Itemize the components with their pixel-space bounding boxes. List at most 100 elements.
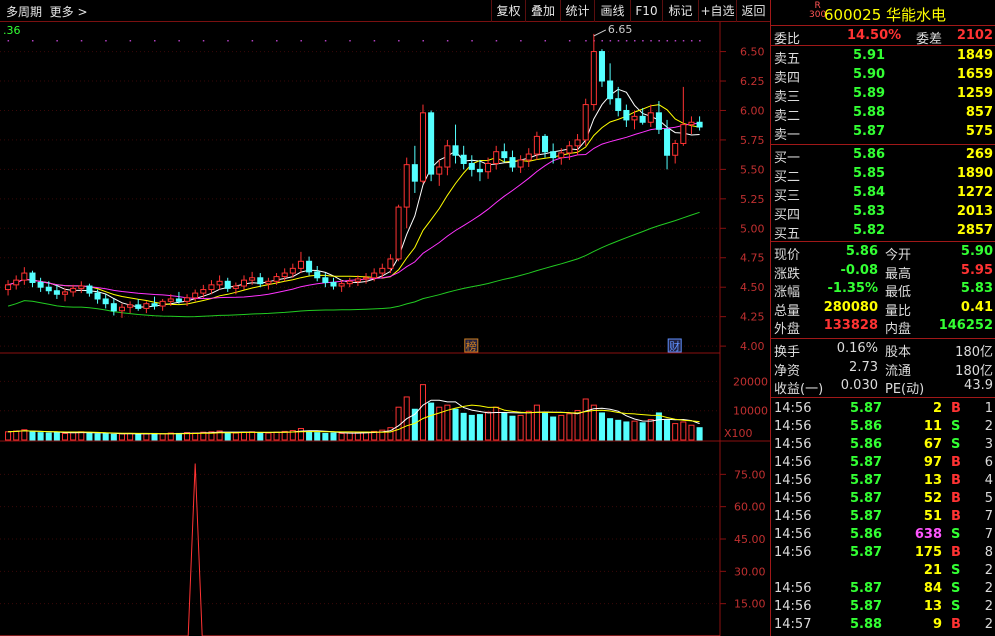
add-watchlist-button[interactable]: +自选 [698,0,736,22]
mark-button[interactable]: 标记 [662,0,698,22]
volume-axis-label: 10000 [733,405,768,418]
candle [501,143,508,163]
candle [460,145,467,170]
candle [110,298,117,316]
kline-chart[interactable]: 6.50 6.25 6.00 5.75 5.50 5.25 5.00 4.75 4.50 4.25… [0,22,770,636]
statistics-button[interactable]: 统计 [560,0,594,22]
tick-side: S [951,419,961,434]
candle [127,301,134,314]
stat-row: 外盘 133828 内盘 146252 [771,318,995,337]
volume-bar [143,433,150,441]
volume-bar [175,432,182,441]
stat-value: 5.90 [960,244,993,259]
candle [143,301,150,314]
tick-row: 14:56 5.86 11 S 2 [771,419,995,437]
tick-volume: 67 [923,437,942,452]
buy-price: 5.85 [853,166,886,181]
axis-labels: 6.50 6.25 6.00 5.75 5.50 5.25 5.00 4.75 4.50 4.25… [3,23,768,611]
price-axis-label: 4.00 [740,340,765,353]
chevron-right-icon[interactable]: > [78,5,88,19]
volume-bar [631,420,638,441]
candle [297,251,304,274]
sell-volume: 1659 [956,67,993,82]
volume-bar [419,384,427,441]
candle [240,275,248,290]
volume-bar [558,414,565,441]
tick-volume: 638 [914,527,942,542]
ma10-line [7,104,700,306]
tick-side: B [951,401,961,416]
candle [419,104,427,184]
tick-side: S [951,563,961,578]
candle [582,98,589,146]
price-axis-label: 5.50 [740,163,765,176]
tick-price: 5.87 [850,599,883,614]
tick-volume: 84 [923,581,942,596]
candle [623,104,630,127]
candle [61,288,69,302]
stat-value: 5.83 [960,281,993,296]
candle [436,159,443,186]
period-label[interactable]: 多周期 [6,5,42,19]
buy-level-2: 买二 5.85 1890 [771,166,995,185]
tick-time: 14:56 [774,455,812,470]
tick-count: 2 [984,617,993,632]
volume-bar [623,421,630,441]
fundamental-row: 换手 0.16% 股本 180亿 [771,341,995,360]
volume-bar [297,428,304,441]
tick-side: S [951,527,961,542]
candle [29,270,36,288]
stock-header: R 300 600025 华能水电 [771,0,995,26]
tick-price: 5.86 [850,419,883,434]
fuquan-button[interactable]: 复权 [491,0,525,22]
candle [159,298,166,311]
sell-price: 5.88 [853,105,886,120]
tick-count: 7 [984,509,993,524]
sell-price: 5.90 [853,67,886,82]
volume-bar [53,431,60,441]
overlay-button[interactable]: 叠加 [525,0,560,22]
sell-level-5: 卖五 5.91 1849 [771,48,995,67]
fund-label: 净资 [774,363,801,379]
buy-volume: 269 [965,147,993,162]
period-menu[interactable]: 多周期 更多 > [6,3,88,20]
buy-volume: 2013 [956,204,993,219]
event-marker[interactable]: 财 [669,339,680,353]
tick-side: S [951,437,961,452]
tick-volume: 13 [923,473,942,488]
tick-price: 5.87 [850,509,883,524]
candle [509,150,516,172]
buy-volume: 1272 [956,185,993,200]
tick-row: 14:56 5.87 175 B 8 [771,545,995,563]
chart-toolbar: 多周期 更多 > 复权 叠加 统计 画线 F10 标记 +自选 返回 [0,0,770,22]
tick-time: 14:56 [774,527,812,542]
candle [607,63,614,105]
buy-level-3: 买三 5.84 1272 [771,185,995,204]
stat-row: 总量 280080 量比 0.41 [771,300,995,319]
tick-price: 5.87 [850,581,883,596]
buy-price: 5.82 [853,223,886,238]
tick-volume: 13 [923,599,942,614]
sell-level-3: 卖三 5.89 1259 [771,86,995,105]
stat-label: 外盘 [774,322,801,337]
volume-bar [460,412,467,441]
candle [476,159,483,182]
indicator-line [0,463,720,636]
ma60-line [7,211,700,318]
volume-bar [485,411,492,441]
event-marker[interactable]: 榜 [466,339,477,353]
back-button[interactable]: 返回 [736,0,770,22]
f10-button[interactable]: F10 [630,0,662,22]
tick-row: 14:56 5.87 13 B 4 [771,473,995,491]
volume-series [5,384,703,441]
tick-time: 14:56 [774,599,812,614]
tick-volume: 11 [923,419,942,434]
candle [387,254,394,274]
more-menu[interactable]: 更多 [50,5,74,19]
stat-value: 5.95 [960,262,993,278]
volume-bar [680,421,687,441]
volume-unit: X100 [724,427,753,440]
draw-line-button[interactable]: 画线 [594,0,630,22]
candle [257,273,264,288]
chart-area[interactable]: 多周期 更多 > 复权 叠加 统计 画线 F10 标记 +自选 返回 6.50 6… [0,0,770,636]
